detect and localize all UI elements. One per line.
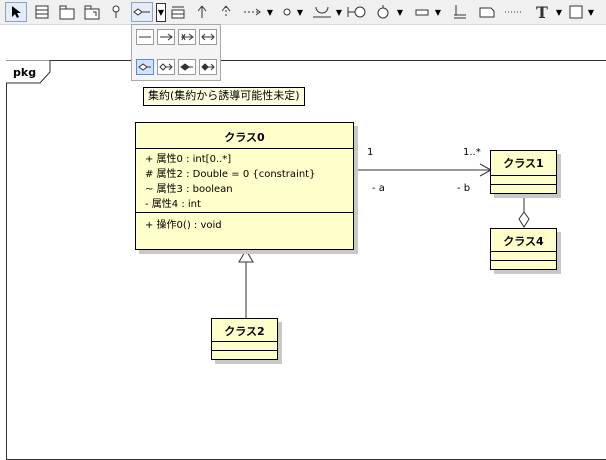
operation-compartment: [491, 184, 556, 185]
hollow-diamond-icon: [138, 63, 151, 71]
class-box-class0[interactable]: クラス0 + 属性0 : int[0..*] # 属性2 : Double = …: [135, 122, 354, 250]
operation-item[interactable]: + 操作0() : void: [136, 218, 353, 233]
target-role: - b: [457, 183, 471, 194]
source-multiplicity: 1: [367, 147, 374, 158]
association-variant-bidirectional[interactable]: [199, 29, 217, 45]
class-name: クラス0: [224, 131, 265, 144]
double-arrow-icon: [201, 33, 215, 41]
class-box-class2[interactable]: クラス2: [211, 318, 278, 360]
attribute-compartment: + 属性0 : int[0..*] # 属性2 : Double = 0 {co…: [136, 148, 353, 212]
operation-compartment: [491, 260, 556, 261]
plain-line-icon: [139, 36, 151, 38]
attribute-item[interactable]: - 属性4 : int: [136, 197, 353, 212]
class-box-class1[interactable]: クラス1: [490, 150, 557, 194]
aggregation-variant-popup: [131, 24, 221, 81]
composition-variant-navigable[interactable]: [199, 59, 217, 75]
class-name: クラス2: [224, 325, 265, 338]
attribute-item[interactable]: # 属性2 : Double = 0 {constraint}: [136, 167, 353, 182]
attribute-item[interactable]: + 属性0 : int[0..*]: [136, 152, 353, 167]
association-variant-non-navigable[interactable]: [178, 29, 196, 45]
operation-compartment: [212, 350, 277, 351]
hollow-diamond-arrow-icon: [159, 63, 173, 71]
composition-variant-undetermined[interactable]: [178, 59, 196, 75]
class-name: クラス1: [503, 157, 544, 170]
filled-diamond-arrow-icon: [201, 63, 215, 71]
operation-compartment: + 操作0() : void: [136, 212, 353, 233]
attribute-compartment: [212, 341, 277, 350]
line-cross-arrow-icon: [181, 33, 194, 41]
filled-diamond-icon: [180, 63, 193, 71]
association-variant-navigable[interactable]: [157, 29, 175, 45]
attribute-compartment: [491, 251, 556, 260]
source-role: - a: [372, 183, 385, 194]
generalization-triangle: [238, 249, 254, 263]
tool-tooltip: 集約(集約から誘導可能性未定): [143, 87, 305, 106]
attribute-item[interactable]: ~ 属性3 : boolean: [136, 182, 353, 197]
aggregation-diamond: [518, 211, 530, 228]
attribute-compartment: [491, 175, 556, 184]
target-multiplicity: 1..*: [463, 147, 481, 158]
class-name: クラス4: [503, 235, 544, 248]
line-arrow-icon: [160, 33, 173, 41]
aggregation-variant-undetermined[interactable]: [136, 59, 154, 75]
class-box-class4[interactable]: クラス4: [490, 228, 557, 270]
association-variant-plain[interactable]: [136, 29, 154, 45]
aggregation-variant-navigable[interactable]: [157, 59, 175, 75]
